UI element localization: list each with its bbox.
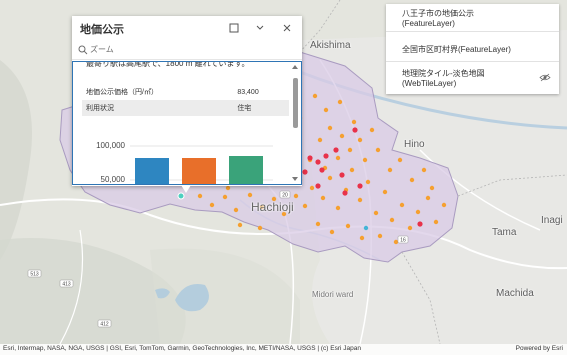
attribute-table: 地価公示価格（円/㎡） 83,400 利用状況 住宅	[82, 84, 289, 116]
chart-bar	[135, 158, 169, 184]
attribute-label: 利用状況	[82, 100, 234, 116]
powered-by-link[interactable]: Powered by Esri	[516, 345, 563, 352]
magnifier-icon	[78, 45, 88, 55]
layer-name: 地理院タイル-淡色地図	[402, 69, 485, 78]
popup-pointer	[181, 185, 191, 193]
popup-description: 最寄り駅は高尾駅で、1800 m 離れています。	[86, 61, 250, 68]
collapse-button[interactable]	[252, 20, 268, 36]
scrollbar-thumb[interactable]	[293, 78, 298, 128]
route-16-shield: 16	[400, 238, 406, 244]
chart-bar	[182, 158, 216, 184]
layer-type: (FeatureLayer)	[402, 19, 455, 28]
label-inagi: Inagi	[541, 215, 563, 226]
tick-label: 50,000	[101, 175, 126, 184]
chevron-down-icon	[256, 25, 264, 30]
label-tama: Tama	[492, 227, 517, 238]
table-row: 利用状況 住宅	[82, 100, 289, 116]
popup-bar-chart: 100,000 50,000	[96, 141, 273, 184]
route-513-shield: 513	[30, 272, 39, 278]
close-icon	[283, 24, 291, 32]
layer-list: 八王子市の地価公示 (FeatureLayer) 全国市区町村界(Feature…	[386, 4, 559, 94]
feature-popup: 地価公示 ズーム 最寄り駅は高尾駅で、1800 m 離れています。 地価公示価格…	[72, 16, 302, 186]
label-machida: Machida	[496, 288, 534, 299]
label-hachioji: Hachioji	[251, 200, 294, 214]
chart-bar	[229, 156, 263, 184]
zoom-to-action[interactable]: ズーム	[72, 41, 302, 60]
route-20-shield: 20	[282, 193, 288, 199]
tick-label: 100,000	[96, 141, 125, 150]
attribution-text: Esri, Intermap, NASA, NGA, USGS | GSI, E…	[3, 345, 361, 352]
dock-icon	[229, 23, 239, 33]
close-button[interactable]	[279, 20, 295, 36]
layer-item-landprice[interactable]: 八王子市の地価公示 (FeatureLayer)	[386, 4, 559, 32]
popup-title: 地価公示	[80, 24, 124, 36]
table-row: 地価公示価格（円/㎡） 83,400	[82, 84, 289, 100]
dock-button[interactable]	[226, 20, 242, 36]
route-413-shield: 413	[62, 282, 71, 288]
scroll-up-icon[interactable]	[291, 64, 299, 70]
label-midori-ward: Midori ward	[312, 290, 354, 299]
label-hino: Hino	[404, 139, 425, 150]
attribute-value: 住宅	[233, 100, 289, 116]
layer-item-basemap[interactable]: 地理院タイル-淡色地図 (WebTileLayer)	[386, 64, 559, 92]
layer-type: (WebTileLayer)	[402, 79, 457, 88]
route-412-shield: 412	[100, 322, 109, 328]
layer-item-municipality[interactable]: 全国市区町村界(FeatureLayer)	[386, 34, 559, 62]
popup-content[interactable]: 最寄り駅は高尾駅で、1800 m 離れています。 地価公示価格（円/㎡） 83,…	[72, 61, 302, 185]
attribute-label: 地価公示価格（円/㎡）	[86, 89, 158, 96]
layer-name: 八王子市の地価公示	[402, 9, 474, 18]
attribute-value: 83,400	[237, 88, 259, 96]
scroll-down-icon[interactable]	[291, 176, 299, 182]
zoom-label: ズーム	[90, 45, 114, 54]
popup-header: 地価公示	[72, 16, 302, 40]
layer-name: 全国市区町村界(FeatureLayer)	[402, 45, 511, 54]
label-akishima: Akishima	[310, 40, 351, 51]
eye-off-icon[interactable]	[539, 73, 551, 82]
attribution-bar: Esri, Intermap, NASA, NGA, USGS | GSI, E…	[0, 344, 567, 355]
